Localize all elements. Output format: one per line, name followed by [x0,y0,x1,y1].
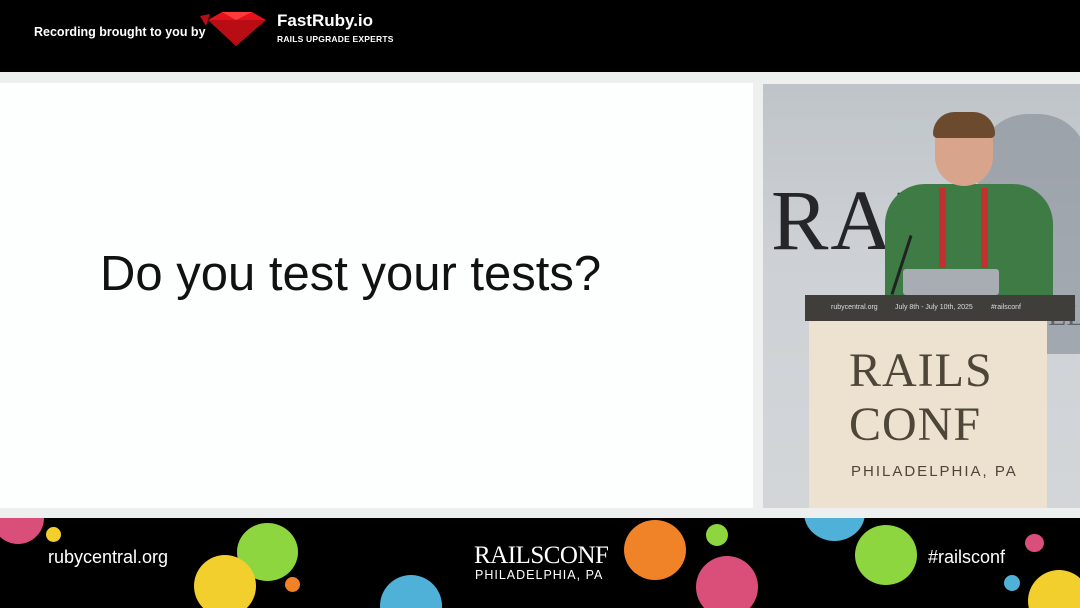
footer-city: PHILADELPHIA, PA [475,568,604,582]
footer-link: rubycentral.org [48,547,169,567]
footer-hashtag: #railsconf [928,547,1006,567]
lanyard-right [981,188,988,268]
decor-dot [1025,534,1044,552]
decor-dot [1028,570,1080,608]
decor-dot [1004,575,1020,591]
brand-name: FastRuby.io [277,11,374,30]
lanyard-left [939,188,946,268]
podium-strip-hashtag: #railsconf [991,304,1021,311]
laptop [903,269,999,295]
decor-dot [706,524,728,546]
podium-city: PHILADELPHIA, PA [851,463,1018,480]
decor-dot [46,527,61,542]
decor-dot [380,575,442,608]
brand-tagline: RAILS UPGRADE EXPERTS [277,34,394,44]
decor-dot [624,520,686,580]
decor-dot [285,577,300,592]
podium-logo-line1: RAILS [849,344,993,397]
decor-dot [855,525,917,585]
recording-credit-label: Recording brought to you by [34,25,206,39]
speaker-video: RAILS EL rubycentral.org July 8th - July… [763,84,1080,508]
railsconf-logo: RAILSCONF [474,542,609,569]
decor-dot [696,556,758,608]
podium-logo-line2: CONF [849,398,982,451]
ruby-gem-icon [200,12,266,46]
speaker-hair [933,112,995,138]
slide-heading: Do you test your tests? [100,247,602,301]
podium-strip: rubycentral.org July 8th - July 10th, 20… [805,295,1075,321]
podium: RAILS CONF PHILADELPHIA, PA [809,321,1047,508]
podium-strip-dates: July 8th - July 10th, 2025 [895,304,973,311]
decor-dot [0,518,44,544]
decor-dot [194,555,256,608]
podium-strip-site: rubycentral.org [831,304,878,311]
sponsor-banner: Recording brought to you by FastRuby.io … [0,0,1080,72]
decor-dot [804,518,865,541]
